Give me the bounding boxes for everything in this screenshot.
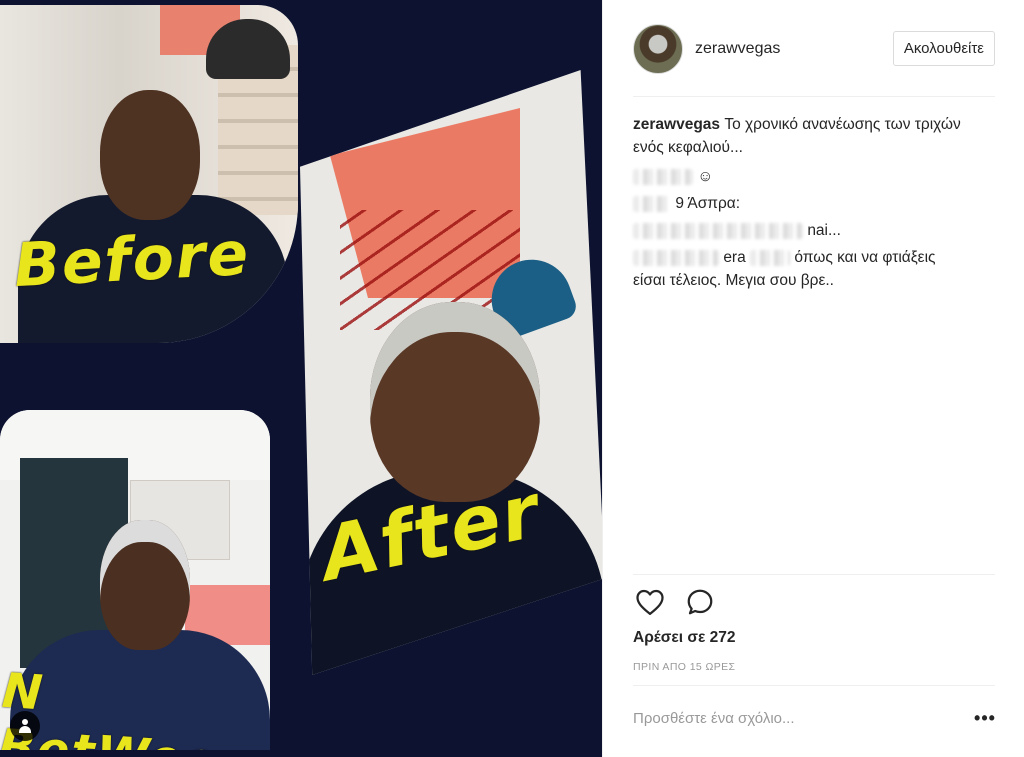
caption-and-comments: zerawvegas Το χρονικό ανανέωσης των τριχ…: [633, 113, 995, 292]
in-between-photo: N BetWee: [0, 410, 270, 750]
blurred-username: [633, 249, 719, 266]
comment-5: είσαι τέλειος. Μεγια σου βρε..: [633, 272, 834, 289]
comment-2: 9 Άσπρα:: [633, 192, 995, 215]
post-sidebar: zerawvegas Ακολουθείτε zerawvegas Το χρο…: [602, 0, 1024, 757]
blurred-username: [633, 195, 671, 212]
comment-4: era όπως και να φτιάξεις: [633, 246, 995, 269]
action-row: [633, 585, 717, 619]
caption: zerawvegas Το χρονικό ανανέωσης των τριχ…: [633, 113, 995, 159]
person-silhouette-icon: [19, 719, 31, 733]
divider: [633, 574, 995, 575]
heart-icon[interactable]: [633, 585, 667, 619]
person-icon[interactable]: [10, 711, 40, 741]
likes-count[interactable]: Αρέσει σε 272: [633, 629, 735, 647]
person-head: [100, 520, 190, 650]
post-media[interactable]: Before After N BetWee: [0, 0, 602, 757]
blurred-text: [750, 249, 791, 266]
blurred-username: [633, 168, 693, 185]
comment-1-emoji: ☺: [697, 168, 714, 185]
blurred-username: [633, 222, 803, 239]
post-header: zerawvegas Ακολουθείτε: [633, 22, 995, 76]
follow-button[interactable]: Ακολουθείτε: [892, 31, 995, 66]
comment-1: ☺: [633, 165, 995, 188]
post-timestamp[interactable]: ΠΡΙΝ ΑΠΟ 15 ΩΡΕΣ: [633, 661, 735, 673]
comment-bubble-icon[interactable]: [683, 585, 717, 619]
more-options-icon[interactable]: •••: [971, 708, 999, 728]
before-photo: Before: [0, 5, 298, 343]
comment-4-mid: era: [723, 249, 746, 266]
divider: [633, 685, 995, 686]
add-comment-input[interactable]: [633, 700, 953, 736]
comment-3-text: nai...: [807, 222, 841, 239]
avatar[interactable]: [633, 24, 683, 74]
header-username[interactable]: zerawvegas: [695, 40, 780, 58]
divider: [633, 96, 995, 97]
hair-dryer: [206, 19, 290, 79]
before-label: Before: [12, 218, 252, 302]
comment-3: nai...: [633, 219, 995, 242]
caption-username[interactable]: zerawvegas: [633, 116, 720, 133]
person-head: [100, 90, 200, 220]
comment-4-text: όπως και να φτιάξεις: [794, 249, 936, 266]
comment-2-text: 9 Άσπρα:: [675, 195, 741, 212]
after-photo: After: [300, 70, 602, 675]
